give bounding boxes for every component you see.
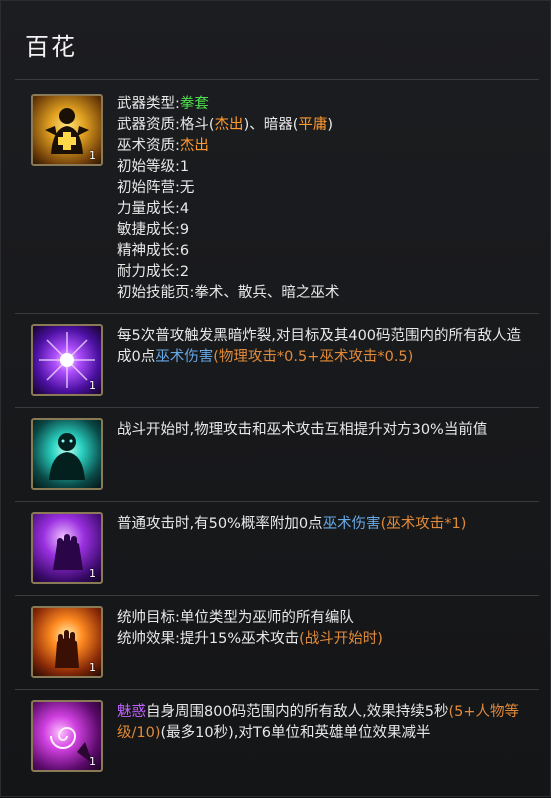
skill-3-section: 1 普通攻击时,有50%概率附加0点巫术伤害(巫术攻击*1) bbox=[15, 501, 539, 596]
skill-4-section: 1 统帅目标:单位类型为巫师的所有编队 统帅效果:提升15%巫术攻击(战斗开始时… bbox=[15, 595, 539, 690]
sorcery-damage-term: 巫术伤害 bbox=[155, 349, 214, 365]
violet-fist-icon[interactable]: 1 bbox=[31, 512, 103, 584]
initial-level-row: 初始等级:1 bbox=[117, 159, 190, 175]
skill-1-text: 每5次普攻触发黑暗炸裂,对目标及其400码范围内的所有敌人造成0点巫术伤害(物理… bbox=[117, 328, 522, 365]
skill-5-text: 魅惑自身周围800码范围内的所有敌人,效果持续5秒(5+人物等级/10)(最多1… bbox=[117, 704, 520, 741]
endurance-row: 耐力成长:2 bbox=[117, 264, 190, 280]
hero-tooltip-panel: 百花 1 武器类型:拳套 武器资质:格斗(杰出)、暗器(平庸) 巫术资质:杰出 … bbox=[0, 0, 551, 797]
initial-camp-row: 初始阵营:无 bbox=[117, 180, 195, 196]
icon-level: 1 bbox=[89, 149, 96, 162]
t6-term: T6 bbox=[252, 725, 271, 741]
skill-2-text: 战斗开始时,物理攻击和巫术攻击互相提升对方30%当前值 bbox=[117, 422, 488, 438]
dark-burst-term: 黑暗炸裂 bbox=[213, 328, 272, 344]
charm-term: 魅惑 bbox=[117, 704, 146, 720]
teal-aura-icon[interactable] bbox=[31, 418, 103, 490]
hero-name: 百花 bbox=[25, 33, 77, 61]
weapon-quality-row: 武器资质:格斗(杰出)、暗器(平庸) bbox=[117, 117, 334, 133]
skill-1-section: 1 每5次普攻触发黑暗炸裂,对目标及其400码范围内的所有敌人造成0点巫术伤害(… bbox=[15, 313, 539, 408]
buff-figure-icon[interactable]: 1 bbox=[31, 94, 103, 166]
strength-row: 力量成长:4 bbox=[117, 201, 190, 217]
hero-unit-term: 英雄单位 bbox=[314, 725, 373, 741]
stats-section: 1 武器类型:拳套 武器资质:格斗(杰出)、暗器(平庸) 巫术资质:杰出 初始等… bbox=[15, 79, 539, 314]
sorcery-quality-row: 巫术资质:杰出 bbox=[117, 138, 209, 154]
charm-swirl-icon[interactable]: 1 bbox=[31, 700, 103, 772]
spirit-row: 精神成长:6 bbox=[117, 243, 190, 259]
skill-pages-row: 初始技能页:拳术、散兵、暗之巫术 bbox=[117, 285, 340, 301]
stats-text: 武器类型:拳套 武器资质:格斗(杰出)、暗器(平庸) 巫术资质:杰出 初始等级:… bbox=[117, 94, 527, 304]
wizard-term: 巫师 bbox=[252, 610, 282, 626]
skill-2-section: 战斗开始时,物理攻击和巫术攻击互相提升对方30%当前值 bbox=[15, 407, 539, 502]
purple-burst-icon[interactable]: 1 bbox=[31, 324, 103, 396]
weapon-type-value: 拳套 bbox=[179, 96, 209, 112]
sorcery-damage-term: 巫术伤害 bbox=[322, 516, 381, 532]
skill-3-text: 普通攻击时,有50%概率附加0点巫术伤害(巫术攻击*1) bbox=[117, 516, 467, 532]
agility-row: 敏捷成长:9 bbox=[117, 222, 190, 238]
weapon-type-row: 武器类型:拳套 bbox=[117, 96, 209, 112]
skill-4-text: 统帅目标:单位类型为巫师的所有编队 统帅效果:提升15%巫术攻击(战斗开始时) bbox=[117, 610, 383, 647]
skill-5-section: 1 魅惑自身周围800码范围内的所有敌人,效果持续5秒(5+人物等级/10)(最… bbox=[15, 689, 539, 798]
flame-hand-icon[interactable]: 1 bbox=[31, 606, 103, 678]
